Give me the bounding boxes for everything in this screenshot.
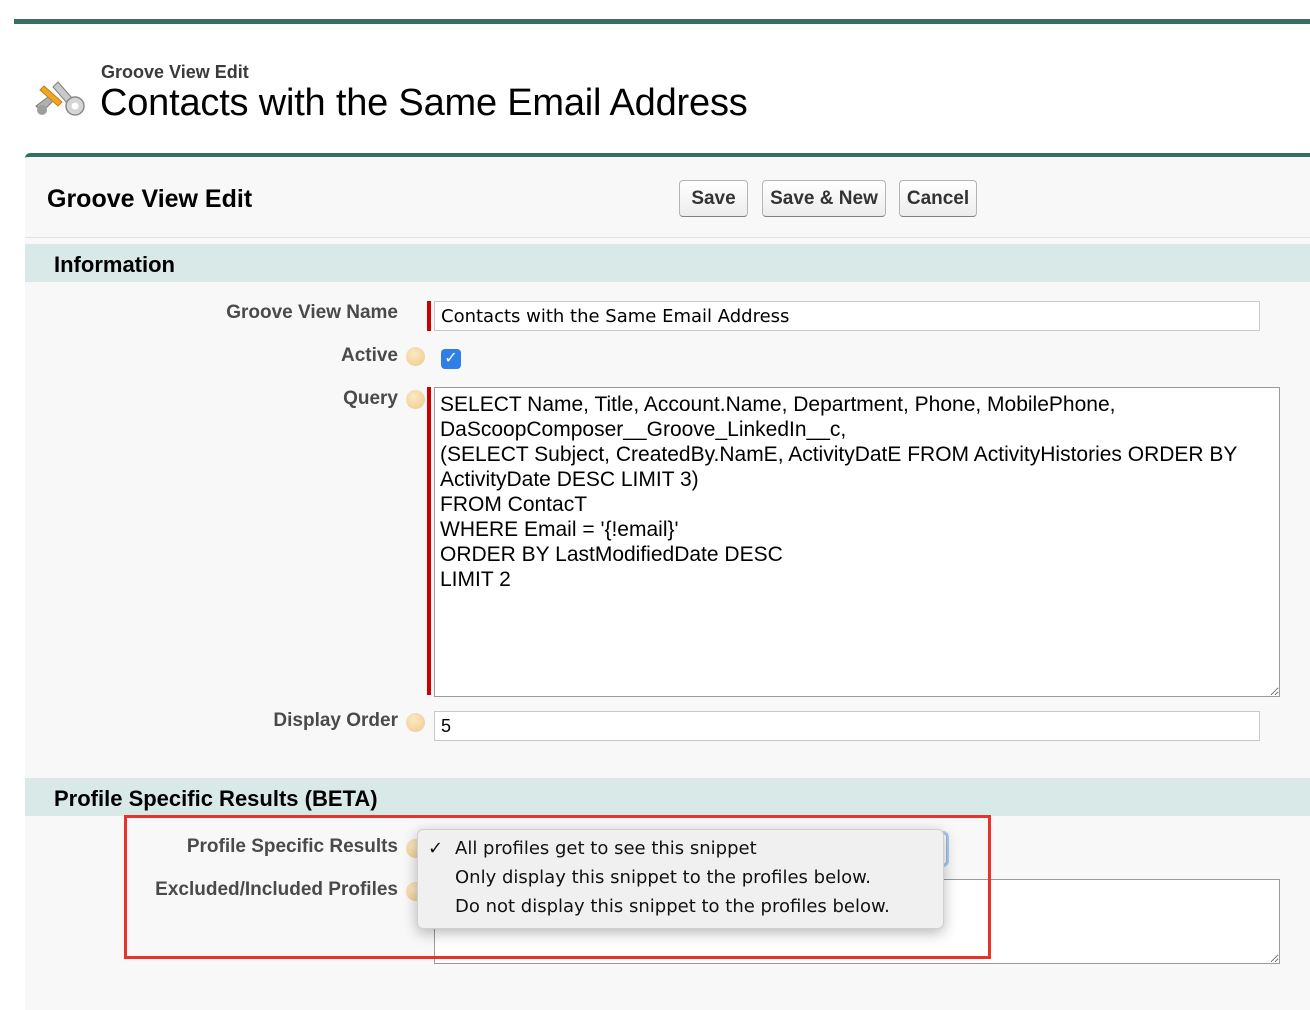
page-subtitle: Groove View Edit [101,62,249,82]
display-order-label: Display Order [273,710,398,731]
save-and-new-button[interactable]: Save & New [762,180,886,217]
profile-section-header: Profile Specific Results (BETA) [25,778,1310,816]
panel-title: Groove View Edit [47,185,253,213]
page-title: Contacts with the Same Email Address [100,82,748,124]
information-section-header: Information [25,244,1310,282]
query-textarea[interactable]: SELECT Name, Title, Account.Name, Depart… [434,387,1280,697]
top-accent-bar [14,19,1310,24]
groove-view-name-input[interactable] [434,301,1260,331]
save-button[interactable]: Save [679,180,748,217]
help-icon[interactable] [406,713,425,732]
required-indicator [427,387,431,695]
required-indicator [427,301,431,331]
tools-icon [35,81,85,116]
query-label: Query [343,388,398,409]
cancel-button[interactable]: Cancel [899,180,977,217]
groove-view-name-label: Groove View Name [226,302,398,323]
display-order-input[interactable] [434,711,1260,741]
panel-header: Groove View Edit Save Save & New Cancel [25,157,1310,238]
active-checkbox[interactable]: ✓ [441,349,461,369]
active-label: Active [340,345,398,366]
highlight-annotation-box [124,815,991,959]
help-icon[interactable] [406,347,425,366]
information-section-title: Information [54,252,175,277]
profile-section-title: Profile Specific Results (BETA) [54,786,378,811]
help-icon[interactable] [406,390,425,409]
